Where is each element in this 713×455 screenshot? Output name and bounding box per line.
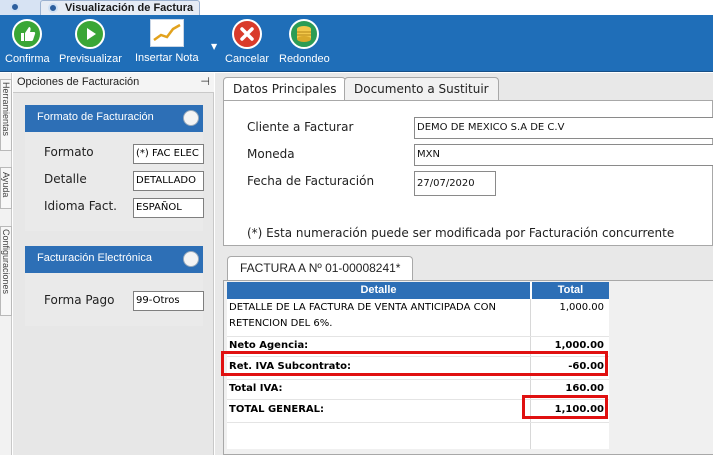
table-row[interactable]: DETALLE DE LA FACTURA DE VENTA ANTICIPAD… (227, 300, 609, 334)
format-field[interactable]: (*) FAC ELEC F (133, 144, 204, 164)
confirm-button[interactable]: Confirma (5, 19, 50, 65)
tab-main-data[interactable]: Datos Principales (223, 77, 347, 101)
group-header[interactable]: Facturación Electrónica (25, 246, 203, 273)
line-chart-icon (149, 19, 184, 47)
chevron-down-icon[interactable]: ▼ (211, 42, 217, 51)
total-cell: 1,000.00 (559, 302, 604, 313)
currency-label: Moneda (247, 147, 295, 161)
tab-invoice[interactable]: FACTURA A Nº 01-00008241* (227, 256, 414, 281)
detail-label: Detalle (44, 172, 87, 186)
thumbs-up-icon (12, 19, 43, 49)
pin-icon[interactable]: ⊣ (200, 75, 210, 88)
language-field[interactable]: ESPAÑOL (133, 198, 204, 218)
numbering-note: (*) Esta numeración puede ser modificada… (247, 226, 675, 240)
row-divider (227, 422, 609, 423)
side-tabs: Herramientas Ayuda Configuraciones (0, 73, 12, 455)
confirm-label: Confirma (5, 53, 50, 65)
round-label: Redondeo (279, 53, 330, 65)
main-area: Datos Principales Documento a Sustituir … (215, 73, 713, 455)
preview-label: Previsualizar (59, 53, 122, 65)
detail-field[interactable]: DETALLADO (133, 171, 204, 191)
window-tab-active[interactable]: Visualización de Factura (40, 0, 200, 15)
electronic-billing-group: Facturación Electrónica Forma Pago 99-Ot… (25, 246, 204, 326)
row-divider (227, 379, 609, 380)
toolbar: Confirma Previsualizar Insertar Nota ▼ C… (0, 15, 713, 72)
insert-note-button[interactable]: Insertar Nota (135, 19, 199, 64)
window-title: Visualización de Factura (65, 2, 194, 14)
payment-method-field[interactable]: 99-Otros (133, 291, 204, 311)
side-tab-label: Herramientas (1, 82, 11, 137)
currency-field[interactable]: MXN (414, 144, 713, 166)
window-tab-strip: Visualización de Factura (0, 0, 713, 15)
app-icon (48, 3, 58, 13)
cancel-button[interactable]: Cancelar (225, 19, 269, 65)
side-tab-tools[interactable]: Herramientas (0, 79, 12, 151)
close-icon (232, 19, 263, 49)
group-header[interactable]: Formato de Facturación (25, 105, 203, 132)
group-title: Facturación Electrónica (37, 252, 152, 264)
cancel-label: Cancelar (225, 53, 270, 65)
date-label: Fecha de Facturación (247, 174, 375, 188)
detail-cell: Total IVA: (229, 383, 283, 394)
billing-options-panel: Opciones de Facturación ⊣ Formato de Fac… (13, 73, 214, 455)
format-label: Formato (44, 145, 94, 159)
main-data-panel: Cliente a Facturar DEMO DE MEXICO S.A DE… (223, 100, 713, 246)
highlight-total-general (522, 395, 608, 419)
billing-format-group: Formato de Facturación Formato (*) FAC E… (25, 105, 204, 231)
side-tab-help[interactable]: Ayuda (0, 167, 12, 209)
group-title: Formato de Facturación (37, 111, 154, 123)
row-divider (227, 336, 609, 337)
panel-header: Opciones de Facturación ⊣ (13, 73, 214, 93)
column-header-detail[interactable]: Detalle (227, 282, 530, 299)
play-icon (75, 19, 106, 49)
column-header-total[interactable]: Total (531, 282, 609, 299)
side-tab-settings[interactable]: Configuraciones (0, 226, 12, 316)
highlight-ret-iva (221, 351, 608, 376)
coins-icon (289, 19, 320, 49)
collapse-icon[interactable] (183, 251, 199, 267)
collapse-icon[interactable] (183, 110, 199, 126)
app-icon (10, 2, 20, 12)
tab-document-to-replace[interactable]: Documento a Sustituir (344, 77, 499, 101)
client-field[interactable]: DEMO DE MEXICO S.A DE C.V (414, 117, 713, 139)
detail-cell: TOTAL GENERAL: (229, 404, 325, 415)
round-button[interactable]: Redondeo (279, 19, 330, 65)
side-tab-label: Configuraciones (1, 229, 11, 295)
payment-method-label: Forma Pago (44, 293, 115, 307)
detail-cell: DETALLE DE LA FACTURA DE VENTA ANTICIPAD… (229, 302, 496, 313)
side-tab-label: Ayuda (1, 172, 11, 198)
insert-note-label: Insertar Nota (135, 52, 199, 64)
detail-cell: RETENCION DEL 6%. (229, 318, 333, 329)
date-field[interactable]: 27/07/2020 (414, 171, 496, 196)
panel-title: Opciones de Facturación (17, 76, 140, 88)
client-label: Cliente a Facturar (247, 120, 354, 134)
preview-button[interactable]: Previsualizar (59, 19, 122, 65)
language-label: Idioma Fact. (44, 199, 117, 213)
